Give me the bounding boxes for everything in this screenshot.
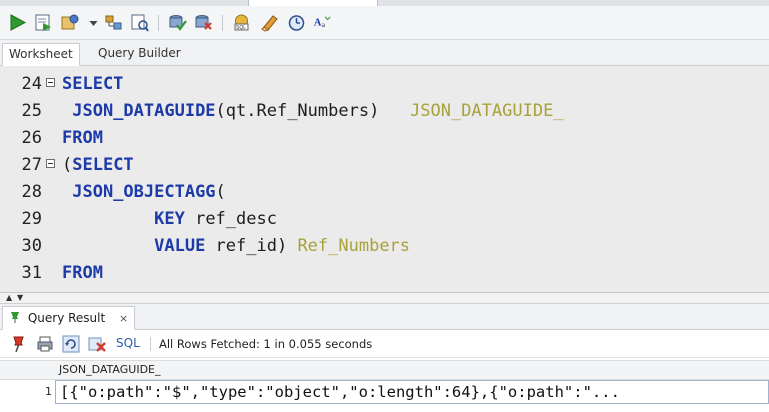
sql-editor[interactable]: 24 SELECT 25 JSON_DATAGUIDE(qt.Ref_Numbers… <box>0 66 769 293</box>
pin-icon <box>9 308 21 330</box>
rollback-icon[interactable] <box>194 13 213 32</box>
sql-keyword: JSON_DATAGUIDE <box>72 101 216 121</box>
line-number: 24 <box>21 74 42 94</box>
run-statement-icon[interactable] <box>8 13 27 32</box>
commit-icon[interactable] <box>168 13 187 32</box>
svg-text:a: a <box>322 20 326 29</box>
collapse-up-icon[interactable]: ▲ <box>6 294 12 302</box>
code-line[interactable]: 26 FROM <box>0 125 769 152</box>
toolbar-separator <box>150 337 151 351</box>
editor-tab-bar: Worksheet Query Builder <box>0 40 769 66</box>
clear-icon[interactable] <box>260 13 279 32</box>
code-line[interactable]: 29 KEY ref_desc <box>0 206 769 233</box>
sql-token: ref_desc <box>184 209 277 229</box>
row-number: 1 <box>45 385 52 398</box>
freeze-pin-icon[interactable] <box>10 335 28 353</box>
tab-worksheet[interactable]: Worksheet <box>2 43 80 66</box>
line-number: 27 <box>21 155 42 175</box>
sql-history-icon[interactable] <box>287 13 306 32</box>
sql-keyword: SELECT <box>72 155 134 175</box>
results-grid: JSON_DATAGUIDE_ 1 [{"o:path":"$","type":… <box>0 358 769 412</box>
svg-text:A: A <box>314 18 322 29</box>
sql-keyword: VALUE <box>154 236 206 256</box>
autotrace-icon[interactable] <box>60 13 79 32</box>
sql-keyword: SELECT <box>62 74 124 94</box>
pane-splitter[interactable]: ▲ ▼ <box>0 293 769 304</box>
sql-token: ref_id) <box>205 236 298 256</box>
toolbar-separator <box>158 15 159 31</box>
fold-toggle-icon[interactable] <box>46 78 55 87</box>
code-text: JSON_DATAGUIDE(qt.Ref_Numbers) JSON_DATA… <box>62 98 564 125</box>
format-case-icon[interactable]: Aa <box>313 13 335 32</box>
fetch-status: All Rows Fetched: 1 in 0.055 seconds <box>159 337 373 351</box>
dropdown-arrow-icon[interactable] <box>84 13 98 32</box>
column-header-json-dataguide[interactable]: JSON_DATAGUIDE_ <box>55 360 769 380</box>
line-number: 28 <box>21 182 42 202</box>
code-text: KEY ref_desc <box>62 206 277 233</box>
code-text: VALUE ref_id) Ref_Numbers <box>62 233 410 260</box>
line-number: 31 <box>21 263 42 283</box>
line-number: 29 <box>21 209 42 229</box>
column-alias: Ref_Numbers <box>297 236 411 256</box>
collapse-down-icon[interactable]: ▼ <box>17 294 23 302</box>
sql-token: ( <box>215 182 226 202</box>
code-line[interactable]: 27 (SELECT <box>0 152 769 179</box>
svg-text:SQL: SQL <box>236 25 246 31</box>
sql-keyword: FROM <box>62 263 103 283</box>
code-text: FROM <box>62 260 103 287</box>
sql-token: ( <box>62 155 73 175</box>
sql-keyword: JSON_OBJECTAGG <box>72 182 216 202</box>
tab-query-builder[interactable]: Query Builder <box>92 43 187 66</box>
code-line[interactable]: 28 JSON_OBJECTAGG( <box>0 179 769 206</box>
code-line[interactable]: 24 SELECT <box>0 71 769 98</box>
worksheet-toolbar: SQL Aa <box>0 6 769 40</box>
tab-query-result[interactable]: Query Result × <box>2 306 136 330</box>
print-icon[interactable] <box>36 335 54 353</box>
code-text: FROM <box>62 125 103 152</box>
code-line[interactable]: 30 VALUE ref_id) Ref_Numbers <box>0 233 769 260</box>
run-script-icon[interactable] <box>34 13 53 32</box>
code-text: JSON_OBJECTAGG( <box>62 179 226 206</box>
code-text: (SELECT <box>62 152 134 179</box>
results-tab-bar: Query Result × <box>0 304 769 330</box>
tab-query-result-label: Query Result <box>27 311 106 325</box>
sql-keyword: FROM <box>62 128 103 148</box>
sql-keyword: KEY <box>154 209 185 229</box>
line-number: 25 <box>21 101 42 121</box>
code-line[interactable]: 31 FROM <box>0 260 769 287</box>
explain-plan-icon[interactable] <box>104 13 123 32</box>
line-number: 30 <box>21 236 42 256</box>
code-text: SELECT <box>62 71 123 98</box>
results-toolbar: SQL All Rows Fetched: 1 in 0.055 seconds <box>0 330 769 358</box>
cancel-query-icon[interactable] <box>88 335 106 353</box>
code-line[interactable]: 25 JSON_DATAGUIDE(qt.Ref_Numbers) JSON_D… <box>0 98 769 125</box>
sql-token: (qt.Ref_Numbers) <box>215 101 411 121</box>
fold-toggle-icon[interactable] <box>46 159 55 168</box>
toolbar-separator <box>222 15 223 31</box>
sql-link[interactable]: SQL <box>116 336 140 350</box>
line-number: 26 <box>21 128 42 148</box>
column-alias: JSON_DATAGUIDE_ <box>410 101 564 121</box>
sql-tuning-icon[interactable] <box>130 13 149 32</box>
grid-corner <box>0 360 55 380</box>
result-cell[interactable]: [{"o:path":"$","type":"object","o:length… <box>55 380 769 404</box>
close-tab-icon[interactable]: × <box>119 312 128 325</box>
unshared-sql-icon[interactable]: SQL <box>232 13 251 32</box>
refresh-icon[interactable] <box>62 335 80 353</box>
